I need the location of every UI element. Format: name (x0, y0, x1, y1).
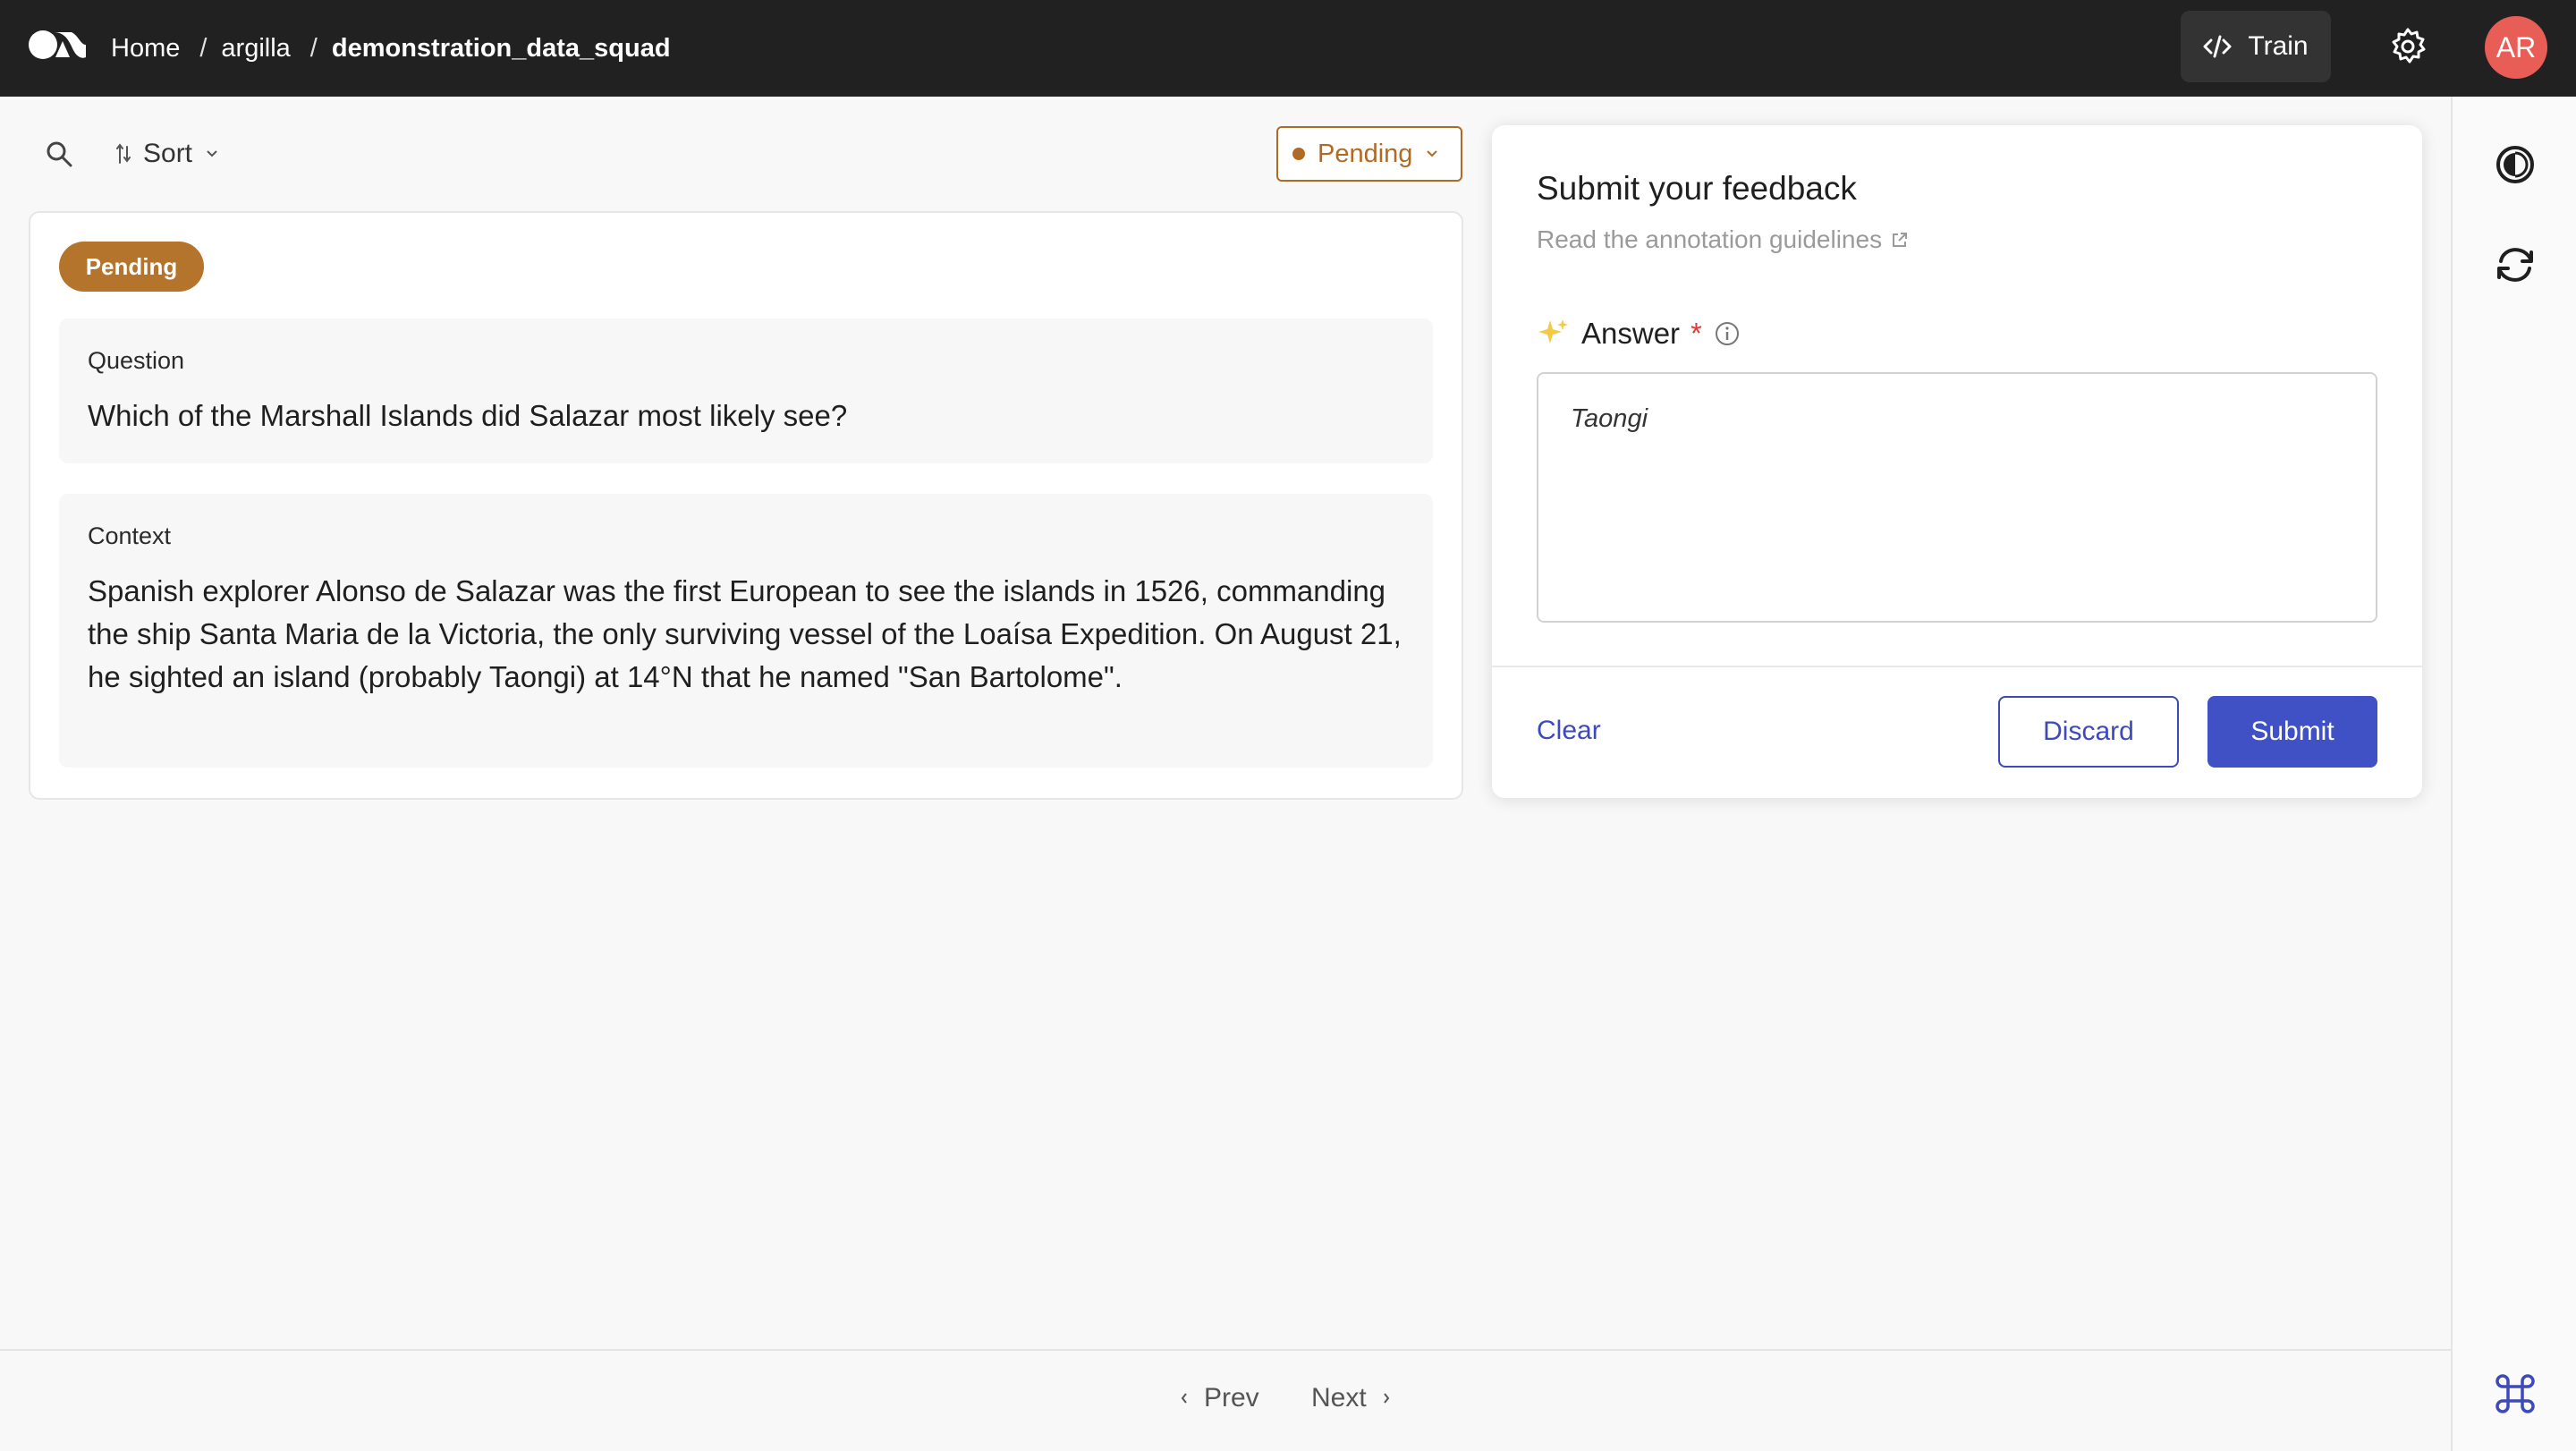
answer-textarea[interactable]: Taongi (1537, 372, 2377, 623)
sort-button[interactable]: Sort (116, 134, 219, 174)
pagination: Prev Next (0, 1349, 2451, 1451)
next-label: Next (1311, 1383, 1367, 1413)
field-title: Question (88, 347, 185, 374)
breadcrumb: Home / argilla / demonstration_data_squa… (111, 0, 671, 97)
right-sidebar (2451, 97, 2576, 1451)
contrast-icon[interactable] (2492, 141, 2538, 188)
breadcrumb-separator: / (309, 33, 318, 63)
submit-button[interactable]: Submit (2207, 696, 2377, 768)
refresh-icon[interactable] (2492, 242, 2538, 288)
required-mark: * (1690, 317, 1702, 350)
prev-button[interactable]: Prev (1179, 1383, 1259, 1413)
info-icon[interactable] (1713, 319, 1741, 348)
clear-button[interactable]: Clear (1537, 716, 1601, 746)
logo-icon[interactable] (27, 27, 88, 63)
record-card: Pending Question Which of the Marshall I… (29, 211, 1463, 800)
divider (1492, 666, 2422, 667)
feedback-panel: Submit your feedback Read the annotation… (1492, 125, 2422, 798)
external-link-icon (1893, 233, 1908, 247)
panel-title: Submit your feedback (1537, 170, 1857, 207)
question-label: Answer * (1537, 317, 1741, 351)
discard-button[interactable]: Discard (1998, 696, 2179, 768)
status-filter-select[interactable]: Pending (1276, 126, 1462, 182)
chevron-left-icon (1181, 1393, 1187, 1404)
field-text: Spanish explorer Alonso de Salazar was t… (88, 574, 1402, 693)
guidelines-label: Read the annotation guidelines (1537, 225, 1883, 253)
context-field: Context Spanish explorer Alonso de Salaz… (59, 494, 1433, 768)
question-title: Answer (1581, 317, 1681, 350)
status-dot (1292, 148, 1305, 160)
prev-label: Prev (1204, 1383, 1259, 1413)
field-title: Context (88, 522, 172, 549)
status-badge: Pending (59, 242, 204, 292)
guidelines-link[interactable]: Read the annotation guidelines (1537, 225, 1909, 254)
breadcrumb-separator: / (199, 33, 208, 63)
gear-icon[interactable] (2388, 27, 2428, 66)
question-field: Question Which of the Marshall Islands d… (59, 318, 1433, 463)
train-button[interactable]: Train (2181, 11, 2331, 82)
code-icon (2203, 35, 2232, 58)
breadcrumb-dataset: demonstration_data_squad (331, 33, 671, 63)
top-bar: Home / argilla / demonstration_data_squa… (0, 0, 2576, 97)
train-label: Train (2248, 31, 2309, 61)
breadcrumb-workspace[interactable]: argilla (221, 34, 290, 64)
status-filter-label: Pending (1318, 139, 1413, 168)
chevron-down-icon (207, 150, 217, 157)
breadcrumb-home[interactable]: Home (111, 34, 180, 64)
avatar[interactable]: AR (2485, 16, 2547, 79)
field-text: Which of the Marshall Islands did Salaza… (88, 399, 848, 432)
sort-icon (116, 143, 131, 164)
command-icon[interactable] (2492, 1370, 2538, 1417)
sort-label: Sort (143, 139, 193, 168)
chevron-right-icon (1383, 1393, 1389, 1404)
sparkles-icon (1538, 319, 1568, 344)
next-button[interactable]: Next (1311, 1383, 1392, 1413)
search-icon[interactable] (45, 140, 73, 168)
chevron-down-icon (1427, 150, 1438, 157)
